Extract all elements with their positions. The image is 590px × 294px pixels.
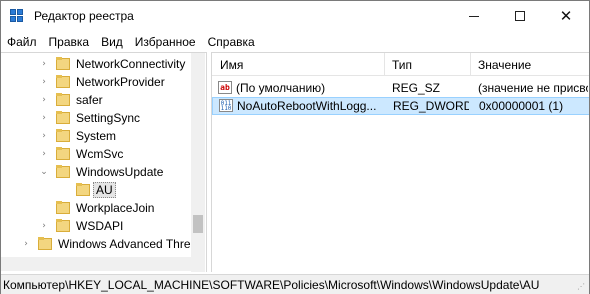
string-value-icon: ab <box>218 81 232 94</box>
tree-item-label: WSDAPI <box>76 219 124 233</box>
menu-favorites[interactable]: Избранное <box>129 35 202 49</box>
collapse-chevron-icon[interactable]: ⌄ <box>39 163 49 181</box>
expand-chevron-icon[interactable]: › <box>39 217 49 235</box>
tree-item-safer[interactable]: › safer <box>1 91 201 109</box>
tree-item-label: WindowsUpdate <box>76 165 164 179</box>
tree-item-label: safer <box>76 93 103 107</box>
window-title: Редактор реестра <box>34 9 134 23</box>
expand-chevron-icon[interactable]: › <box>39 127 49 145</box>
tree-item-system[interactable]: › System <box>1 127 201 145</box>
expand-chevron-icon[interactable]: › <box>39 91 49 109</box>
value-name: NoAutoRebootWithLogg... <box>237 99 377 113</box>
folder-icon <box>55 57 71 71</box>
tree-item-label: Windows Advanced Thre <box>58 237 191 251</box>
menu-view[interactable]: Вид <box>95 35 129 49</box>
menu-help[interactable]: Справка <box>202 35 261 49</box>
tree-item-settingsync[interactable]: › SettingSync <box>1 109 201 127</box>
maximize-button[interactable] <box>497 1 543 31</box>
resize-grip-icon[interactable]: ⋰ <box>577 282 587 292</box>
column-name-header[interactable]: Имя <box>220 58 243 72</box>
menu-file[interactable]: Файл <box>1 35 43 49</box>
tree-item-wsdapi[interactable]: › WSDAPI <box>1 217 201 235</box>
title-bar: Редактор реестра ✕ <box>1 1 589 31</box>
expand-chevron-icon[interactable]: › <box>39 73 49 91</box>
menu-view-label: Вид <box>101 34 123 49</box>
folder-icon <box>55 93 71 107</box>
value-data: 0x00000001 (1) <box>479 99 564 113</box>
menu-file-label: Файл <box>7 34 37 49</box>
folder-icon <box>55 219 71 233</box>
tree-vertical-scrollbar[interactable] <box>191 53 205 272</box>
registry-tree[interactable]: › NetworkConnectivity › NetworkProvider … <box>1 52 207 272</box>
menu-edit-label: Правка <box>48 34 90 49</box>
maximize-icon <box>515 11 525 21</box>
folder-open-icon <box>75 183 91 197</box>
status-bar: Компьютер\HKEY_LOCAL_MACHINE\SOFTWARE\Po… <box>1 274 589 294</box>
expand-chevron-icon[interactable]: › <box>39 109 49 127</box>
column-separator[interactable] <box>470 53 471 76</box>
tree-item-label: WcmSvc <box>76 147 124 161</box>
expand-chevron-icon[interactable]: › <box>39 55 49 73</box>
menu-bar: Файл Правка Вид Избранное Справка <box>1 32 589 51</box>
registry-editor-window: Редактор реестра ✕ Файл Правка Вид Избра… <box>0 0 590 294</box>
tree-item-label: NetworkProvider <box>76 75 165 89</box>
folder-icon <box>55 165 71 179</box>
close-button[interactable]: ✕ <box>543 1 589 31</box>
folder-icon <box>55 129 71 143</box>
list-row-noautorebootwithloggedonusers[interactable]: 011 110 NoAutoRebootWithLogg... REG_DWORD… <box>212 97 589 115</box>
registry-editor-icon <box>10 9 26 24</box>
column-separator[interactable] <box>384 53 385 76</box>
folder-icon <box>55 111 71 125</box>
dword-value-icon: 011 110 <box>219 99 233 112</box>
minimize-icon <box>469 15 479 17</box>
column-type-header[interactable]: Тип <box>392 58 412 72</box>
list-row-default[interactable]: ab (По умолчанию) REG_SZ (значение не пр… <box>212 79 589 97</box>
values-list[interactable]: Имя Тип Значение ab (По умолчанию) REG_S… <box>211 52 589 272</box>
value-type: REG_DWORD <box>393 99 469 113</box>
tree-item-label: AU <box>93 182 116 198</box>
tree-item-label: System <box>76 129 117 143</box>
close-icon: ✕ <box>559 6 573 25</box>
value-data: (значение не присво <box>478 81 588 95</box>
tree-horizontal-scrollbar[interactable] <box>1 257 191 271</box>
folder-icon <box>37 237 53 251</box>
tree-item-networkprovider[interactable]: › NetworkProvider <box>1 73 201 91</box>
menu-help-label: Справка <box>207 34 255 49</box>
menu-favorites-label: Избранное <box>134 34 196 49</box>
value-name: (По умолчанию) <box>236 81 326 95</box>
value-type: REG_SZ <box>392 81 441 95</box>
tree-item-windowsupdate[interactable]: ⌄ WindowsUpdate <box>1 163 201 181</box>
folder-icon <box>55 75 71 89</box>
folder-icon <box>55 201 71 215</box>
tree-item-au[interactable]: AU <box>1 181 201 199</box>
tree-item-workplacejoin[interactable]: WorkplaceJoin <box>1 199 201 217</box>
tree-item-label: NetworkConnectivity <box>76 57 186 71</box>
tree-item-label: SettingSync <box>76 111 141 125</box>
scrollbar-thumb[interactable] <box>193 215 203 233</box>
menu-edit[interactable]: Правка <box>43 35 96 49</box>
folder-icon <box>55 147 71 161</box>
column-value-header[interactable]: Значение <box>478 58 531 72</box>
expand-chevron-icon[interactable]: › <box>21 235 31 253</box>
expand-chevron-icon[interactable]: › <box>39 145 49 163</box>
tree-item-label: WorkplaceJoin <box>76 201 155 215</box>
tree-item-wcmsvc[interactable]: › WcmSvc <box>1 145 201 163</box>
current-key-path: Компьютер\HKEY_LOCAL_MACHINE\SOFTWARE\Po… <box>3 278 540 292</box>
tree-item-windows-advanced-threat[interactable]: › Windows Advanced Thre <box>1 235 201 253</box>
list-header: Имя Тип Значение <box>212 53 589 76</box>
minimize-button[interactable] <box>451 1 497 31</box>
tree-item-networkconnectivity[interactable]: › NetworkConnectivity <box>1 55 201 73</box>
